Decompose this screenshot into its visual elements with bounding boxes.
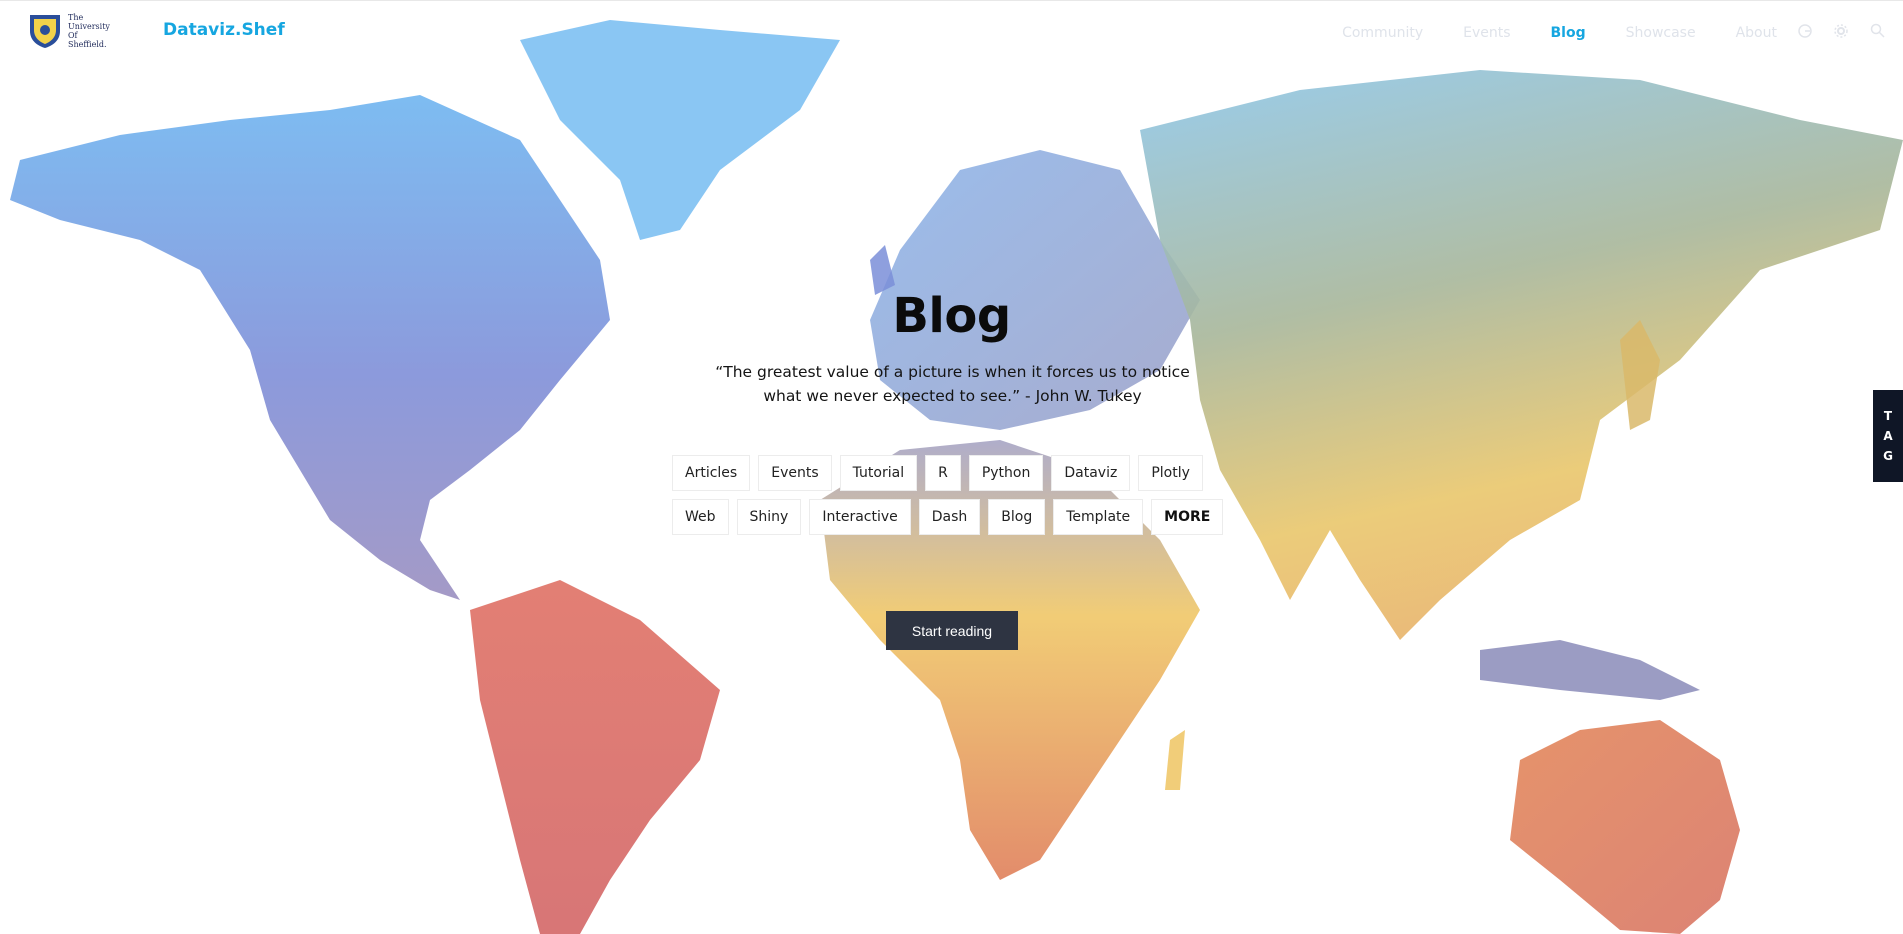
university-logo[interactable]: The University Of Sheffield.: [28, 12, 116, 50]
side-tag-tab[interactable]: T A G: [1873, 390, 1903, 482]
search-icon[interactable]: [1869, 23, 1885, 42]
tag-web[interactable]: Web: [672, 499, 729, 535]
nav-events[interactable]: Events: [1463, 25, 1510, 41]
nav-blog[interactable]: Blog: [1551, 25, 1586, 41]
tag-cloud: Articles Events Tutorial R Python Datavi…: [672, 455, 1224, 543]
tag-dash[interactable]: Dash: [918, 499, 981, 535]
asia-shape: [1140, 70, 1903, 640]
tag-articles[interactable]: Articles: [672, 455, 751, 491]
tag-tutorial[interactable]: Tutorial: [839, 455, 918, 491]
page-title: Blog: [892, 288, 1011, 344]
nav-about[interactable]: About: [1736, 25, 1777, 41]
tag-row-2: Web Shiny Interactive Dash Blog Template…: [672, 499, 1224, 535]
university-wordmark: The University Of Sheffield.: [68, 13, 110, 49]
indonesia-shape: [1480, 640, 1700, 700]
tag-blog[interactable]: Blog: [988, 499, 1046, 535]
side-tag-letter: T: [1883, 409, 1893, 423]
australia-shape: [1510, 720, 1740, 934]
site-brand-link[interactable]: Dataviz.Shef: [163, 20, 285, 40]
main-nav: Community Events Blog Showcase About: [1302, 23, 1885, 42]
tag-plotly[interactable]: Plotly: [1138, 455, 1203, 491]
tag-r[interactable]: R: [925, 455, 961, 491]
quote-line-1: “The greatest value of a picture is when…: [715, 363, 1190, 381]
south-america-shape: [470, 580, 720, 934]
tag-dataviz[interactable]: Dataviz: [1051, 455, 1131, 491]
nav-showcase[interactable]: Showcase: [1626, 25, 1696, 41]
shield-crest-icon: [30, 15, 60, 48]
nav-community[interactable]: Community: [1342, 25, 1423, 41]
gear-icon[interactable]: [1833, 23, 1849, 42]
tag-template[interactable]: Template: [1053, 499, 1144, 535]
tag-interactive[interactable]: Interactive: [809, 499, 911, 535]
tag-more-button[interactable]: MORE: [1151, 499, 1224, 535]
top-navigation-bar: The University Of Sheffield. Dataviz.She…: [0, 0, 1903, 63]
north-america-shape: [10, 95, 610, 600]
tag-python[interactable]: Python: [968, 455, 1044, 491]
side-tag-letter: A: [1883, 429, 1893, 443]
github-icon[interactable]: [1797, 23, 1813, 42]
madagascar-shape: [1165, 730, 1185, 790]
tag-events[interactable]: Events: [758, 455, 832, 491]
start-reading-button[interactable]: Start reading: [886, 611, 1018, 650]
hero-quote: “The greatest value of a picture is when…: [700, 360, 1205, 408]
tag-shiny[interactable]: Shiny: [736, 499, 802, 535]
tag-row-1: Articles Events Tutorial R Python Datavi…: [672, 455, 1203, 491]
side-tag-letter: G: [1883, 449, 1893, 463]
quote-line-2: what we never expected to see.” - John W…: [763, 387, 1142, 405]
